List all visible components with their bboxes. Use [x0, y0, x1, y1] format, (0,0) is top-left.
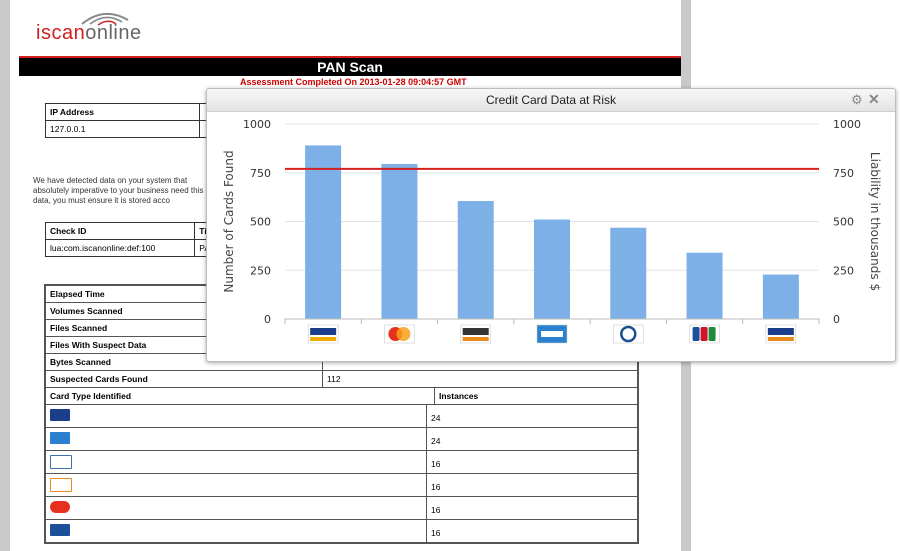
- detection-paragraph: We have detected data on your system tha…: [33, 176, 204, 205]
- y-tick-label: 500: [250, 216, 271, 229]
- card-icon-cell: [46, 520, 427, 542]
- check-id-header: Check ID: [44, 222, 196, 240]
- jcb-icon: [689, 324, 720, 344]
- card-instances: 24: [431, 413, 441, 423]
- amex-icon: [50, 432, 70, 444]
- card-icon-cell: [46, 428, 427, 450]
- credit-card-chart: 0 0 250 250 500 500 750 750 1000 1000 Number of Ca…: [222, 118, 882, 344]
- stat-label: Suspected Cards Found: [46, 371, 323, 387]
- report-title: PAN Scan: [19, 56, 681, 76]
- popup-title: Credit Card Data at Risk: [485, 93, 617, 107]
- y-tick-label: 1000: [243, 118, 271, 131]
- y-axis-label: Number of Cards Found: [222, 150, 236, 292]
- y2-tick-label: 500: [833, 216, 854, 229]
- bar: [381, 163, 418, 319]
- logo-text-iscan: iscan: [36, 22, 86, 44]
- y2-axis-label: Liability in thousands $: [868, 152, 882, 291]
- card-row: 24: [46, 405, 637, 428]
- y2-tick-label: 0: [833, 313, 840, 326]
- visa-electron-icon: [765, 324, 797, 344]
- stats-row: Suspected Cards Found 112: [46, 371, 637, 388]
- card-instances: 16: [431, 482, 441, 492]
- left-window-edge: [0, 0, 10, 551]
- gear-icon[interactable]: ⚙: [851, 92, 863, 108]
- logo-text: iscanonline: [36, 22, 142, 45]
- card-row: 24: [46, 428, 637, 451]
- discover-icon: [50, 478, 72, 492]
- card-icon-cell: [46, 405, 427, 427]
- instances-header: Instances: [439, 391, 479, 401]
- stat-value: 112: [327, 374, 341, 384]
- ip-header: IP Address: [45, 103, 200, 121]
- ip-table: IP Address 127.0.0.1: [45, 103, 215, 138]
- iscanonline-logo: iscanonline: [36, 8, 176, 44]
- diners-icon: [612, 324, 644, 344]
- card-type-header: Card Type Identified: [46, 388, 435, 404]
- bar: [762, 274, 799, 319]
- amex-icon: [536, 324, 568, 344]
- card-instances: 16: [431, 459, 441, 469]
- mastercard-icon: [50, 501, 70, 513]
- y-tick-label: 250: [250, 264, 271, 277]
- check-id-value: lua:com.iscanonline:def:100: [44, 239, 196, 257]
- card-icon-cell: [46, 497, 427, 519]
- card-row: 16: [46, 451, 637, 474]
- card-instances: 16: [431, 505, 441, 515]
- y-tick-label: 750: [250, 167, 271, 180]
- y2-tick-label: 1000: [833, 118, 861, 131]
- bar: [686, 252, 723, 319]
- discover-icon: [460, 324, 492, 344]
- visa-icon: [50, 409, 70, 421]
- card-row: 16: [46, 474, 637, 497]
- bar: [457, 201, 494, 319]
- card-table-header: Card Type Identified Instances: [46, 388, 637, 405]
- bar: [305, 145, 342, 319]
- y-tick-label: 0: [264, 313, 271, 326]
- card-instances: 16: [431, 528, 441, 538]
- card-icon-cell: [46, 451, 427, 473]
- card-instances: 24: [431, 436, 441, 446]
- assessment-line: Assessment Completed On 2013-01-28 09:04…: [240, 77, 467, 87]
- card-row: 16: [46, 497, 637, 520]
- y2-tick-label: 250: [833, 264, 854, 277]
- card-icon-cell: [46, 474, 427, 496]
- visa-icon: [307, 324, 339, 344]
- check-table: Check ID Tit lua:com.iscanonline:def:100 P…: [44, 222, 215, 257]
- bar: [610, 227, 647, 319]
- y2-tick-label: 750: [833, 167, 854, 180]
- close-icon[interactable]: ✕: [868, 91, 880, 108]
- popup-header[interactable]: Credit Card Data at Risk ⚙ ✕: [207, 89, 895, 112]
- mastercard-icon: [384, 324, 415, 344]
- card-row: 16: [46, 520, 637, 542]
- jcb-icon: [50, 524, 70, 536]
- bar: [534, 219, 570, 319]
- chart-popup: Credit Card Data at Risk ⚙ ✕ 0 0 250 250 500…: [206, 88, 896, 362]
- ip-value: 127.0.0.1: [45, 120, 200, 138]
- diners-icon: [50, 455, 72, 469]
- logo-text-online: online: [85, 22, 142, 44]
